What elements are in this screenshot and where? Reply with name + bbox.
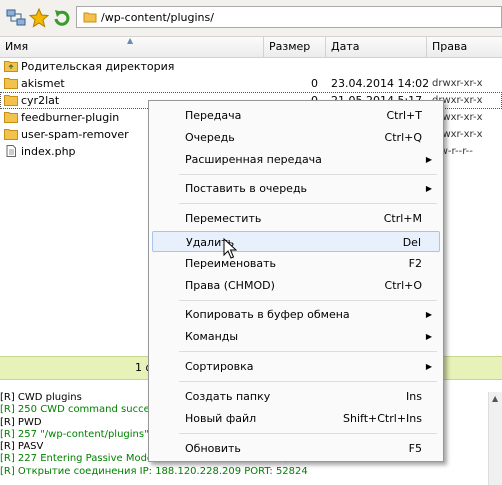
column-name-label: Имя xyxy=(5,40,29,53)
menu-separator xyxy=(179,433,437,434)
column-permissions[interactable]: Права xyxy=(427,37,502,57)
mouse-pointer-icon xyxy=(223,238,237,259)
menu-item-chmod[interactable]: Права (CHMOD) Ctrl+O xyxy=(152,275,440,296)
menu-separator xyxy=(179,174,437,175)
menu-item-shortcut: Ins xyxy=(406,390,422,403)
refresh-icon[interactable] xyxy=(52,8,72,28)
menu-item-label: Передача xyxy=(185,109,242,122)
path-input[interactable] xyxy=(101,9,491,25)
menu-item-label: Копировать в буфер обмена xyxy=(185,308,350,321)
chevron-right-icon: ▶ xyxy=(425,310,432,319)
column-size-label: Размер xyxy=(269,40,311,53)
menu-item-shortcut: Ctrl+M xyxy=(383,212,422,225)
menu-item-shortcut: Shift+Ctrl+Ins xyxy=(343,412,422,425)
menu-item-label: Новый файл xyxy=(185,412,257,425)
menu-separator xyxy=(179,203,437,204)
menu-item-shortcut: F5 xyxy=(408,442,422,455)
toolbar xyxy=(0,0,502,37)
network-icon[interactable] xyxy=(6,8,26,28)
menu-item-shortcut: Del xyxy=(402,236,421,249)
star-icon[interactable] xyxy=(29,8,49,28)
menu-item-add-to-queue[interactable]: Поставить в очередь ▶ xyxy=(152,178,440,199)
file-date: 23.04.2014 14:02 xyxy=(331,77,430,90)
sort-ascending-icon: ▲ xyxy=(127,36,134,45)
file-row[interactable]: akismet 0 23.04.2014 14:02 drwxr-xr-x xyxy=(0,75,502,92)
menu-item-label: Очередь xyxy=(185,131,235,144)
file-icon xyxy=(6,145,16,157)
menu-item-label: Переместить xyxy=(185,212,262,225)
column-date-label: Дата xyxy=(331,40,360,53)
path-field[interactable] xyxy=(76,6,502,28)
menu-item-sort[interactable]: Сортировка ▶ xyxy=(152,356,440,377)
file-permissions: drwxr-xr-x xyxy=(432,78,483,89)
menu-item-shortcut: Ctrl+T xyxy=(386,109,422,122)
menu-item-label: Обновить xyxy=(185,442,241,455)
file-name: akismet xyxy=(21,77,65,90)
chevron-right-icon: ▶ xyxy=(425,184,432,193)
menu-item-label: Команды xyxy=(185,330,239,343)
menu-item-rename[interactable]: Переименовать F2 xyxy=(152,253,440,274)
folder-up-icon xyxy=(4,60,18,72)
menu-item-new-file[interactable]: Новый файл Shift+Ctrl+Ins xyxy=(152,408,440,429)
menu-separator xyxy=(179,300,437,301)
file-list-header: Имя ▲ Размер Дата Права xyxy=(0,36,502,58)
menu-item-shortcut: Ctrl+O xyxy=(384,279,422,292)
folder-icon xyxy=(4,78,18,89)
menu-item-shortcut: F2 xyxy=(408,257,422,270)
menu-item-label: Расширенная передача xyxy=(185,153,322,166)
file-name: user-spam-remover xyxy=(21,128,129,141)
chevron-right-icon: ▶ xyxy=(425,332,432,341)
chevron-right-icon: ▶ xyxy=(425,362,432,371)
file-size: 0 xyxy=(311,77,318,90)
column-date[interactable]: Дата xyxy=(326,37,427,57)
file-name: feedburner-plugin xyxy=(21,111,120,124)
folder-icon xyxy=(83,12,97,23)
log-scrollbar[interactable]: ▲ xyxy=(488,392,502,485)
menu-item-create-folder[interactable]: Создать папку Ins xyxy=(152,386,440,407)
menu-item-copy-to-clipboard[interactable]: Копировать в буфер обмена ▶ xyxy=(152,304,440,325)
file-name: cyr2lat xyxy=(21,94,60,107)
file-name: index.php xyxy=(21,145,76,158)
menu-item-label: Права (CHMOD) xyxy=(185,279,275,292)
menu-item-commands[interactable]: Команды ▶ xyxy=(152,326,440,347)
column-permissions-label: Права xyxy=(432,40,468,53)
menu-item-refresh[interactable]: Обновить F5 xyxy=(152,438,440,459)
menu-item-transfer[interactable]: Передача Ctrl+T xyxy=(152,105,440,126)
folder-icon xyxy=(4,112,18,123)
menu-item-queue[interactable]: Очередь Ctrl+Q xyxy=(152,127,440,148)
menu-item-shortcut: Ctrl+Q xyxy=(384,131,422,144)
menu-item-label: Создать папку xyxy=(185,390,271,403)
context-menu: Передача Ctrl+T Очередь Ctrl+Q Расширенн… xyxy=(148,100,444,462)
file-row-parent[interactable]: Родительская директория xyxy=(0,58,502,75)
scroll-up-icon[interactable]: ▲ xyxy=(492,394,498,403)
menu-item-advanced-transfer[interactable]: Расширенная передача ▶ xyxy=(152,149,440,170)
menu-item-label: Поставить в очередь xyxy=(185,182,308,195)
folder-icon xyxy=(4,95,18,106)
column-size[interactable]: Размер xyxy=(264,37,326,57)
log-line: [R] Открытие соединения IP: 188.120.228.… xyxy=(0,465,308,477)
menu-item-move[interactable]: Переместить Ctrl+M xyxy=(152,208,440,229)
menu-item-delete[interactable]: Удалить Del xyxy=(152,231,440,252)
menu-item-label: Сортировка xyxy=(185,360,254,373)
chevron-right-icon: ▶ xyxy=(425,155,432,164)
file-name: Родительская директория xyxy=(21,60,175,73)
menu-separator xyxy=(179,381,437,382)
menu-separator xyxy=(179,351,437,352)
folder-icon xyxy=(4,129,18,140)
